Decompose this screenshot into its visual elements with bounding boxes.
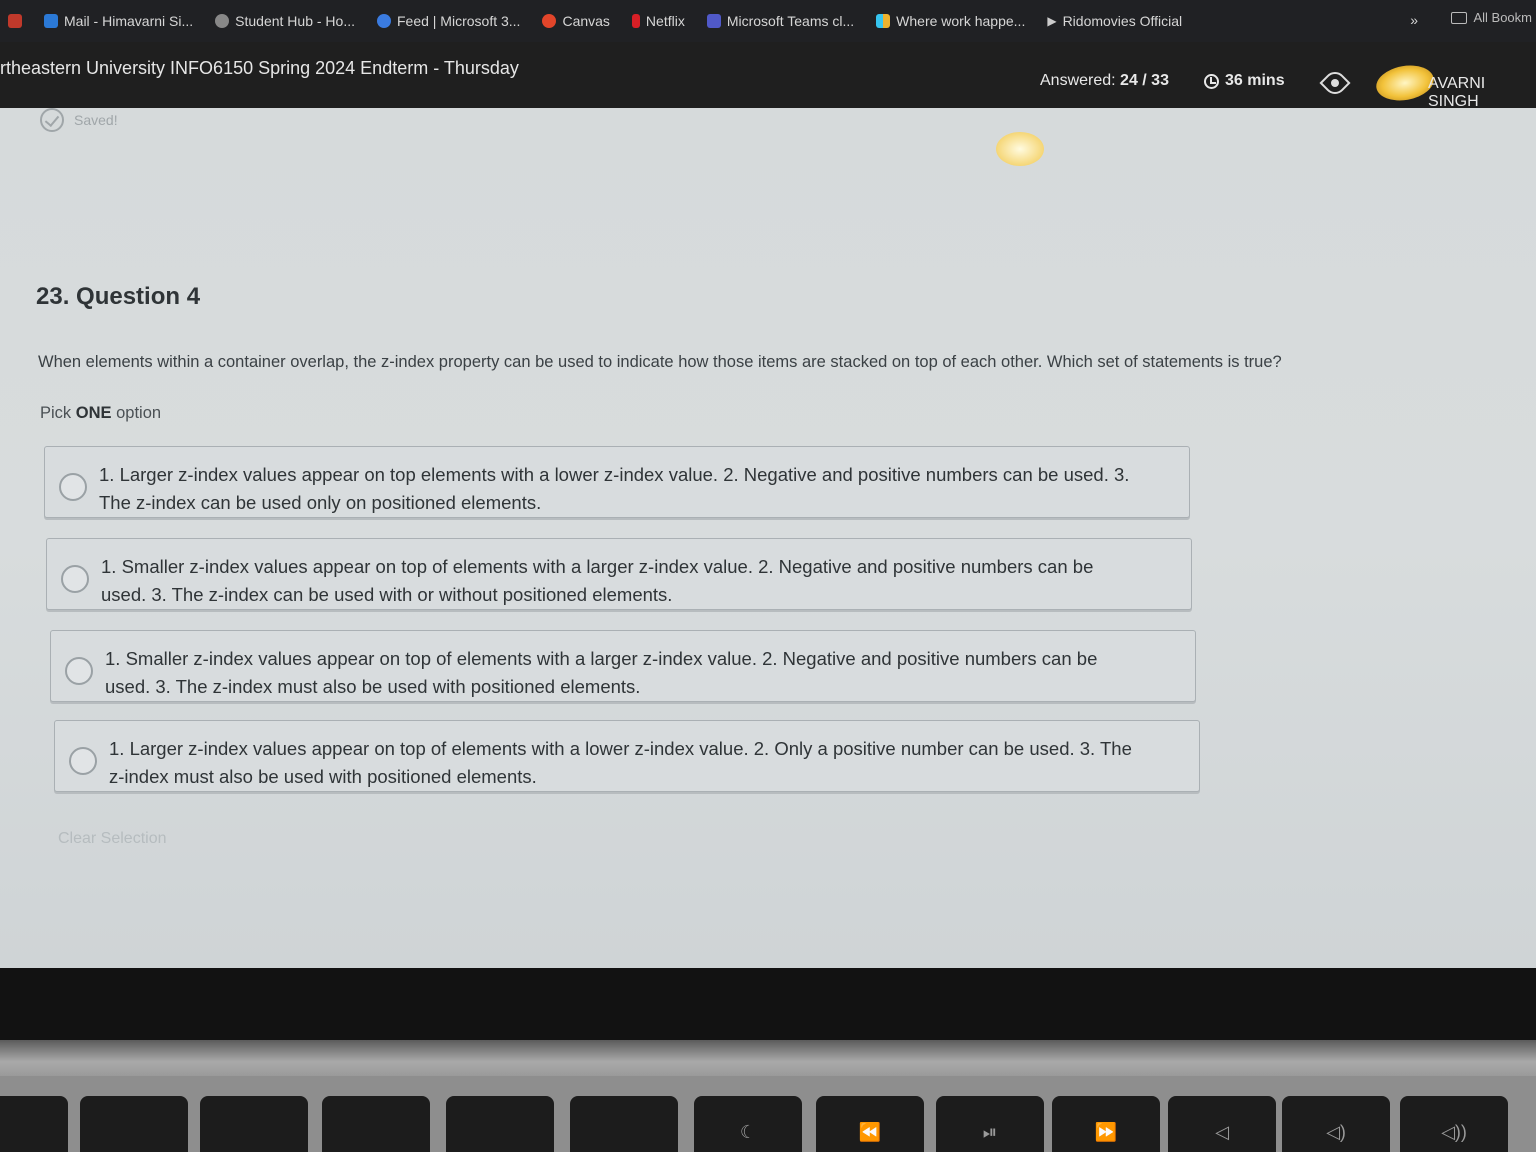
volume-down-key-icon: ◁) (1282, 1096, 1390, 1152)
bookmark-canvas[interactable]: Canvas (542, 13, 610, 29)
volume-up-key-icon: ◁)) (1400, 1096, 1508, 1152)
hint-prefix: Pick (40, 404, 72, 422)
moon-key-icon: ☾ (694, 1096, 802, 1152)
bookmark-mail[interactable]: Mail - Himavarni Si... (44, 13, 193, 29)
answered-value: 24 / 33 (1120, 72, 1169, 89)
saved-label: Saved! (74, 112, 118, 128)
outlook-icon (44, 14, 58, 28)
question-title: 23. Question 4 (36, 283, 201, 310)
teams-icon (706, 14, 721, 28)
answer-option-1[interactable]: 1. Larger z-index values appear on top e… (44, 446, 1190, 518)
option-text: 1. Smaller z-index values appear on top … (105, 648, 1098, 697)
function-key (200, 1096, 308, 1152)
radio-button[interactable] (59, 473, 87, 501)
timer-value: 36 mins (1225, 72, 1285, 89)
fast-forward-key-icon: ⏩ (1052, 1096, 1160, 1152)
bookmark-label: Mail - Himavarni Si... (64, 13, 194, 29)
function-key (570, 1096, 678, 1152)
clear-selection-link[interactable]: Clear Selection (58, 830, 167, 848)
play-pause-key-icon: ⏯ (936, 1096, 1044, 1152)
hint-bold: ONE (75, 404, 112, 422)
function-key (80, 1096, 188, 1152)
all-bookmarks-button[interactable]: All Bookm (1451, 10, 1536, 25)
bookmark-label: Where work happe... (896, 13, 1026, 29)
bookmark-label: Netflix (645, 13, 685, 29)
function-key (322, 1096, 430, 1152)
option-text: 1. Larger z-index values appear on top e… (99, 464, 1130, 513)
all-bookmarks-label: All Bookm (1473, 10, 1532, 25)
username[interactable]: AVARNI SINGH (1428, 75, 1536, 111)
saved-status: Saved! (40, 108, 118, 132)
folder-icon (1451, 11, 1468, 24)
option-text: 1. Larger z-index values appear on top o… (109, 738, 1132, 787)
hint-suffix: option (116, 404, 162, 422)
microsoft365-icon (376, 14, 391, 28)
slack-icon (876, 14, 891, 28)
exam-header: rtheastern University INFO6150 Spring 20… (0, 42, 1536, 111)
function-key (446, 1096, 554, 1152)
exam-title: rtheastern University INFO6150 Spring 20… (0, 58, 519, 78)
netflix-icon (631, 14, 640, 28)
check-circle-icon (40, 108, 64, 132)
bookmark-teams[interactable]: Microsoft Teams cl... (706, 13, 855, 29)
bookmark-netflix[interactable]: Netflix (631, 13, 685, 29)
more-bookmarks-chevron-icon[interactable]: » (1410, 12, 1418, 28)
bookmark-label: Microsoft Teams cl... (726, 13, 855, 29)
pick-one-hint: Pick ONE option (40, 404, 161, 423)
answer-option-3[interactable]: 1. Smaller z-index values appear on top … (50, 630, 1196, 702)
function-key (0, 1096, 68, 1152)
bookmark-student-hub[interactable]: Student Hub - Ho... (215, 13, 355, 29)
radio-button[interactable] (61, 565, 89, 593)
bookmark-label: Ridomovies Official (1062, 13, 1183, 29)
globe-icon (215, 14, 230, 28)
answer-option-2[interactable]: 1. Smaller z-index values appear on top … (46, 538, 1192, 610)
bookmark-label: Feed | Microsoft 3... (396, 13, 521, 29)
answered-count: Answered: 24 / 33 (1040, 72, 1169, 90)
radio-button[interactable] (65, 657, 93, 685)
bookmark-feed[interactable]: Feed | Microsoft 3... (376, 13, 521, 29)
clock-icon (1204, 73, 1219, 89)
canvas-icon (542, 14, 557, 28)
answer-option-4[interactable]: 1. Larger z-index values appear on top o… (54, 720, 1200, 792)
light-glare (996, 132, 1044, 166)
bookmark-slack[interactable]: Where work happe... (876, 13, 1025, 29)
laptop-hinge (0, 1040, 1536, 1076)
bookmarks-bar: Mail - Himavarni Si... Student Hub - Ho.… (0, 0, 1536, 42)
proctor-eye-icon[interactable] (1319, 67, 1351, 99)
option-text: 1. Smaller z-index values appear on top … (101, 556, 1094, 605)
timer: 36 mins (1204, 72, 1285, 90)
app-icon[interactable] (8, 14, 22, 28)
rewind-key-icon: ⏪ (816, 1096, 924, 1152)
mute-key-icon: ◁ (1168, 1096, 1276, 1152)
radio-button[interactable] (69, 747, 97, 775)
play-icon: ▶ (1047, 14, 1057, 28)
question-text: When elements within a container overlap… (38, 353, 1282, 371)
answered-label: Answered: (1040, 72, 1116, 89)
bookmark-label: Student Hub - Ho... (235, 13, 355, 29)
bookmark-label: Canvas (562, 13, 610, 29)
bookmark-ridomovies[interactable]: ▶ Ridomovies Official (1047, 13, 1182, 29)
question-panel: Saved! 23. Question 4 When elements with… (0, 108, 1536, 968)
